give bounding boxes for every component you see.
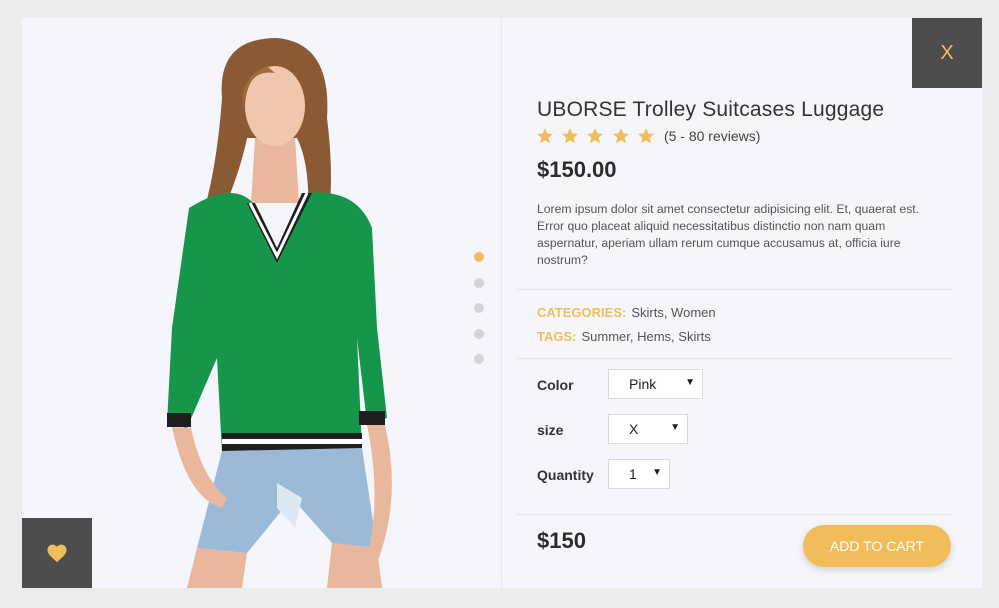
product-description: Lorem ipsum dolor sit amet consectetur a… (537, 202, 920, 267)
star-icon (562, 128, 579, 144)
heart-icon (47, 544, 67, 563)
gallery-dot-4[interactable] (474, 328, 484, 339)
gallery-dot-2[interactable] (474, 277, 484, 288)
divider (516, 514, 952, 515)
product-image-panel (22, 18, 502, 588)
tags-row: TAGS: Summer, Hems, Skirts (537, 329, 711, 344)
star-icon (637, 128, 654, 144)
divider (516, 289, 952, 290)
total-price: $150 (537, 528, 586, 553)
star-icon (587, 128, 604, 144)
gallery-dot-5[interactable] (474, 354, 484, 365)
reviews-count[interactable]: (5 - 80 reviews) (664, 128, 760, 144)
categories-value[interactable]: Skirts, Women (631, 305, 715, 320)
wishlist-button[interactable] (22, 518, 92, 588)
size-select[interactable]: X ▼ (608, 414, 688, 444)
quantity-label: Quantity (537, 467, 594, 483)
divider (516, 358, 952, 359)
gallery-dot-1[interactable] (474, 252, 484, 262)
product-image (167, 38, 392, 588)
size-label: size (537, 422, 564, 438)
categories-row: CATEGORIES: Skirts, Women (537, 305, 716, 320)
quantity-select-value: 1 (629, 466, 637, 482)
caret-down-icon: ▼ (652, 467, 662, 478)
color-select-value: Pink (629, 376, 657, 392)
star-icon (612, 128, 629, 144)
product-title: UBORSE Trolley Suitcases Luggage (537, 98, 885, 121)
gallery-dots (474, 252, 484, 380)
add-to-cart-label: ADD TO CART (829, 538, 925, 554)
color-select[interactable]: Pink ▼ (608, 369, 703, 399)
caret-down-icon: ▼ (685, 377, 695, 388)
size-select-value: X (629, 421, 639, 437)
color-label: Color (537, 377, 574, 393)
product-price: $150.00 (537, 157, 617, 182)
product-details: UBORSE Trolley Suitcases Luggage (5 - 80… (516, 18, 952, 588)
tags-value[interactable]: Summer, Hems, Skirts (581, 329, 710, 344)
tags-label: TAGS: (537, 329, 577, 344)
categories-label: CATEGORIES: (537, 305, 627, 320)
quick-view-modal: X UBORSE Trolley Suitcases Luggage (5 - … (22, 18, 982, 588)
caret-down-icon: ▼ (670, 422, 680, 433)
star-icon (536, 128, 554, 144)
gallery-dot-3[interactable] (474, 303, 484, 314)
quantity-select[interactable]: 1 ▼ (608, 459, 670, 489)
add-to-cart-button[interactable]: ADD TO CART (803, 525, 951, 567)
product-rating: (5 - 80 reviews) (536, 127, 760, 145)
